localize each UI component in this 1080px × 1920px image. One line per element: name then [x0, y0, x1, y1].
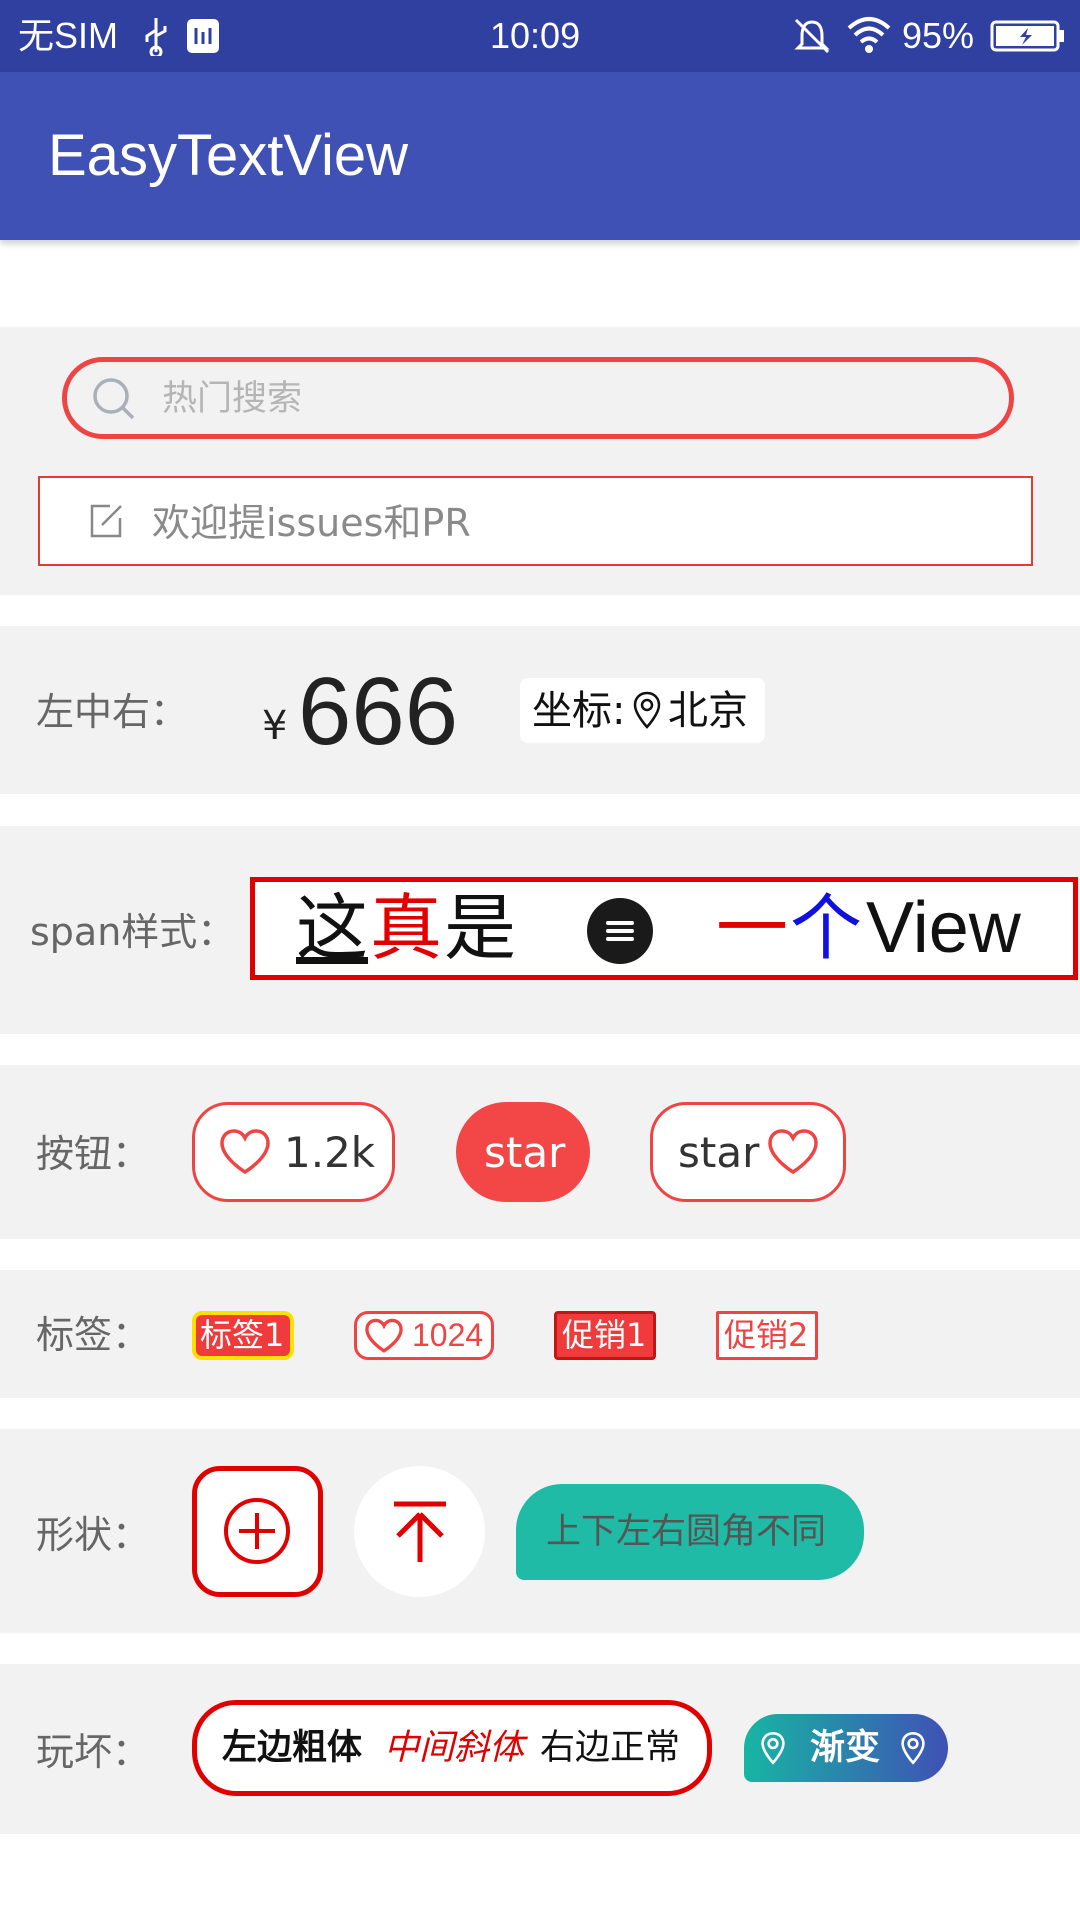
search-placeholder: 热门搜索	[162, 379, 303, 419]
tag-promo-2-label: 促销2	[724, 1316, 809, 1354]
location-pin-left-icon	[760, 1730, 786, 1766]
tag-heart-count: 1024	[412, 1317, 484, 1353]
battery-percent: 95%	[902, 15, 975, 56]
like-count: 1.2k	[284, 1128, 376, 1177]
clock-text: 10:09	[490, 15, 581, 56]
coordinate-city: 北京	[668, 688, 748, 734]
usb-icon	[142, 16, 170, 56]
search-icon	[92, 377, 136, 421]
bold-text: 左边粗体	[222, 1728, 363, 1768]
span-row-label: span样式：	[30, 910, 236, 954]
location-pin-right-icon	[900, 1730, 926, 1766]
menu-icon	[586, 897, 654, 965]
app-bar: EasyTextView	[0, 72, 1080, 240]
tag-1-label: 标签1	[200, 1316, 285, 1354]
coordinate-prefix: 坐标:	[532, 688, 626, 734]
span-blue-char: 个	[790, 886, 863, 970]
star-filled-label: star	[484, 1128, 566, 1177]
span-underlined-char: 这	[296, 886, 369, 970]
tags-row-label: 标签：	[36, 1313, 151, 1357]
currency-symbol: ¥	[262, 703, 288, 749]
price-value: 666	[298, 658, 459, 765]
tags-section	[0, 1270, 1080, 1398]
battery-icon	[990, 20, 1066, 52]
debug-icon	[186, 18, 220, 54]
carrier-text: 无SIM	[18, 15, 119, 56]
span-red-char: 真	[370, 886, 443, 970]
tag-promo-1-label: 促销1	[562, 1316, 647, 1354]
heart-icon	[218, 1128, 272, 1176]
gradient-label: 渐变	[810, 1728, 881, 1768]
heart-outline-icon	[766, 1128, 820, 1176]
normal-text: 右边正常	[540, 1728, 681, 1768]
add-circle-icon	[223, 1497, 291, 1565]
play-row-label: 玩坏：	[36, 1730, 151, 1774]
status-bar: 无SIM 10:09 95%	[0, 0, 1080, 72]
rounded-corner-label: 上下左右圆角不同	[546, 1512, 827, 1552]
italic-text: 中间斜体	[384, 1728, 525, 1768]
star-outline-label: star	[678, 1128, 760, 1177]
shapes-row-label: 形状：	[36, 1513, 151, 1557]
buttons-row-label: 按钮：	[36, 1132, 151, 1176]
app-title: EasyTextView	[48, 123, 408, 188]
tag-heart-icon	[364, 1318, 404, 1354]
location-pin-icon	[632, 690, 662, 730]
arrow-top-icon	[390, 1500, 450, 1564]
span-view-text: View	[866, 888, 1021, 968]
edit-icon	[88, 503, 124, 539]
span-black-char: 是	[444, 886, 517, 970]
center-row-label: 左中右：	[36, 690, 189, 734]
wifi-icon	[846, 16, 892, 54]
input-placeholder: 欢迎提issues和PR	[152, 501, 471, 545]
mute-icon	[792, 16, 832, 56]
span-red-char-2: 一	[716, 886, 789, 970]
